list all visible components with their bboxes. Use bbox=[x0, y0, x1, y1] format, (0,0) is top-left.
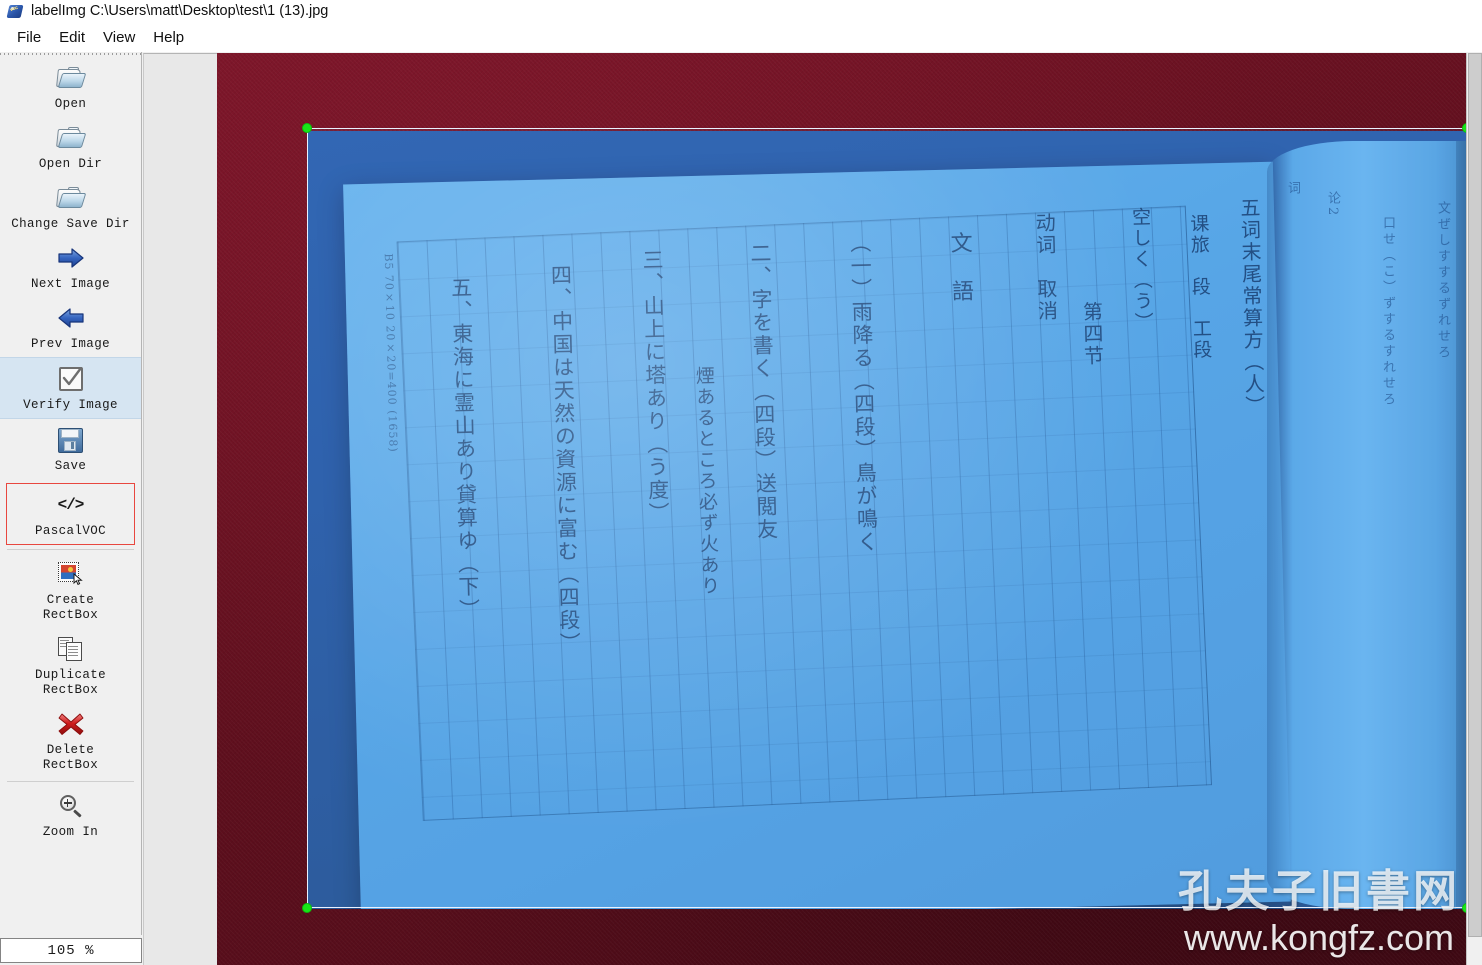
duplicate-rectbox-icon bbox=[56, 634, 86, 664]
toolbar-label-duplicate-rectbox: Duplicate RectBox bbox=[34, 668, 107, 697]
image-canvas[interactable]: B5 70×10 20×20=400 (1658) 五、東海に霊山あり貸算ゆ（下… bbox=[217, 53, 1482, 965]
left-toolbar: Open Open Dir Change Save Dir Next Image… bbox=[0, 57, 142, 935]
toolbar-separator-2 bbox=[7, 781, 134, 782]
toolbar-item-delete-rectbox[interactable]: Delete RectBox bbox=[0, 703, 141, 778]
toolbar-label-zoom-in: Zoom In bbox=[42, 825, 99, 839]
toolbar-item-open-dir[interactable]: Open Dir bbox=[0, 117, 141, 177]
bbox-handle-bottom-left[interactable] bbox=[302, 903, 312, 913]
arrow-right-icon bbox=[56, 243, 86, 273]
toolbar-label-open: Open bbox=[54, 97, 87, 111]
menu-bar: File Edit View Help bbox=[0, 22, 1482, 52]
toolbar-item-next-image[interactable]: Next Image bbox=[0, 237, 141, 297]
toolbar-separator-1 bbox=[7, 549, 134, 550]
toolbar-label-open-dir: Open Dir bbox=[38, 157, 103, 171]
toolbar-item-change-save-dir[interactable]: Change Save Dir bbox=[0, 177, 141, 237]
menu-item-view[interactable]: View bbox=[94, 27, 144, 48]
delete-x-icon bbox=[56, 709, 86, 739]
toolbar-item-zoom-in[interactable]: Zoom In bbox=[0, 785, 141, 845]
toolbar-item-create-rectbox[interactable]: Create RectBox bbox=[0, 553, 141, 628]
title-bar: voc labelImg C:\Users\matt\Desktop\test\… bbox=[0, 0, 1482, 22]
toolbar-item-prev-image[interactable]: Prev Image bbox=[0, 297, 141, 357]
scrollbar-thumb[interactable] bbox=[1468, 53, 1482, 937]
toolbar-label-delete-rectbox: Delete RectBox bbox=[42, 743, 99, 772]
toolbar-item-pascalvoc[interactable]: </> PascalVOC bbox=[6, 483, 135, 545]
toolbar-item-duplicate-rectbox[interactable]: Duplicate RectBox bbox=[0, 628, 141, 703]
window-title: labelImg C:\Users\matt\Desktop\test\1 (1… bbox=[31, 3, 329, 19]
create-rectbox-icon bbox=[56, 559, 86, 589]
floppy-disk-icon bbox=[56, 425, 86, 455]
toolbar-label-next-image: Next Image bbox=[30, 277, 110, 291]
arrow-left-icon bbox=[56, 303, 86, 333]
annotation-bounding-box[interactable] bbox=[302, 123, 1472, 913]
toolbar-item-verify-image[interactable]: Verify Image bbox=[0, 357, 141, 419]
canvas-left-gutter bbox=[143, 53, 217, 965]
toolbar-item-open[interactable]: Open bbox=[0, 57, 141, 117]
menu-item-edit[interactable]: Edit bbox=[50, 27, 94, 48]
zoom-level-value: 105 % bbox=[47, 942, 95, 959]
canvas-vertical-scrollbar[interactable] bbox=[1466, 53, 1482, 965]
code-brackets-icon: </> bbox=[57, 496, 85, 514]
voc-tag-icon: voc bbox=[6, 3, 24, 20]
magnifier-plus-icon bbox=[56, 791, 86, 821]
menu-item-file[interactable]: File bbox=[8, 27, 50, 48]
checkbox-checked-icon bbox=[56, 364, 86, 394]
toolbar-label-change-save-dir: Change Save Dir bbox=[11, 217, 130, 231]
folder-open-icon bbox=[56, 183, 87, 213]
menu-item-help[interactable]: Help bbox=[144, 27, 193, 48]
folder-open-icon bbox=[56, 123, 87, 153]
toolbar-label-verify-image: Verify Image bbox=[23, 398, 118, 412]
toolbar-item-save[interactable]: Save bbox=[0, 419, 141, 479]
toolbar-label-save: Save bbox=[54, 459, 87, 473]
bbox-handle-top-left[interactable] bbox=[302, 123, 312, 133]
zoom-level-field[interactable]: 105 % bbox=[0, 938, 142, 963]
labelimg-window: voc labelImg C:\Users\matt\Desktop\test\… bbox=[0, 0, 1482, 965]
toolbar-label-create-rectbox: Create RectBox bbox=[42, 593, 99, 622]
toolbar-label-pascalvoc: PascalVOC bbox=[34, 524, 107, 538]
toolbar-label-prev-image: Prev Image bbox=[30, 337, 110, 351]
folder-open-icon bbox=[56, 63, 87, 93]
